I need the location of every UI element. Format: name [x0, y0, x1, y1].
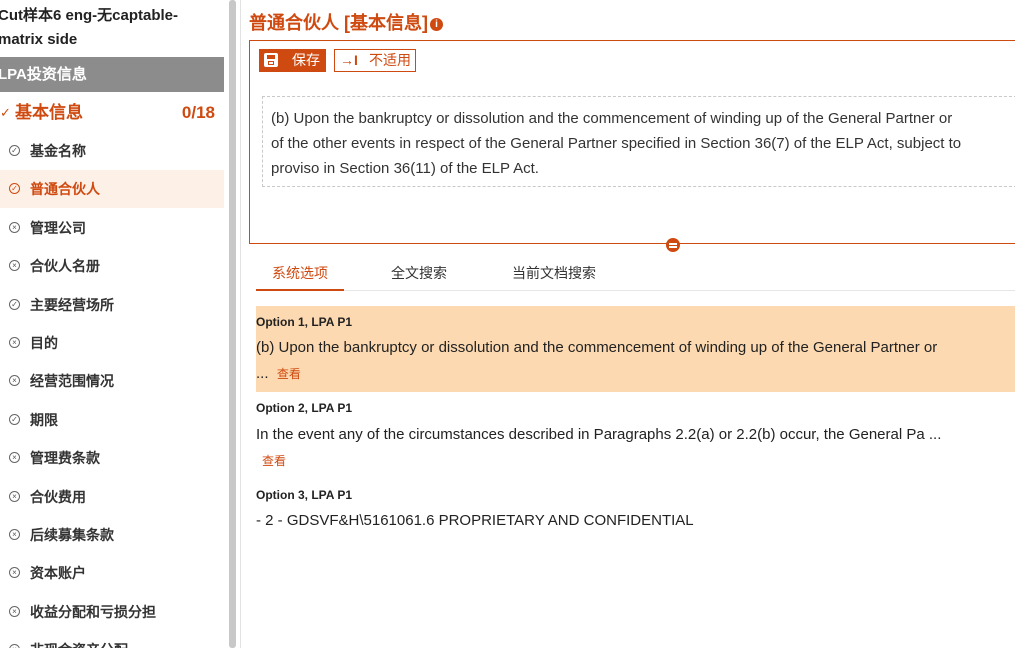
sidebar-scrollbar[interactable] — [229, 0, 236, 648]
sidebar-item-label: 主要经营场所 — [30, 296, 114, 313]
sidebar-item-label: 期限 — [30, 411, 58, 428]
x-circle-icon: × — [9, 644, 20, 648]
sidebar-item-label: 基金名称 — [30, 143, 86, 159]
sidebar-item[interactable]: × 合伙费用 — [0, 478, 224, 516]
option-title: Option 3, LPA P1 — [256, 488, 353, 502]
quote-line: (b) Upon the bankruptcy or dissolution a… — [271, 110, 953, 127]
info-icon[interactable]: i — [430, 17, 443, 31]
view-link[interactable]: 查看 — [262, 454, 286, 468]
x-circle-icon: × — [9, 337, 20, 348]
sidebar-item[interactable]: × 管理公司 — [0, 209, 224, 247]
option-text: In the event any of the circumstances de… — [256, 426, 942, 443]
check-circle-icon: ✓ — [9, 298, 20, 310]
group-label: 基本信息 — [15, 103, 83, 122]
sidebar-item[interactable]: ✓ 主要经营场所 — [0, 286, 224, 324]
page-title-text: 普通合伙人 [基本信息] — [249, 13, 428, 33]
option-text: - 2 - GDSVF&H\5161061.6 PROPRIETARY AND … — [256, 512, 694, 529]
sidebar-item-label: 普通合伙人 — [30, 181, 100, 198]
sidebar-item[interactable]: × 资本账户 — [0, 554, 224, 592]
sidebar-item[interactable]: × 收益分配和亏损分担 — [0, 593, 224, 631]
quote-text: (b) Upon the bankruptcy or dissolution a… — [271, 106, 1015, 181]
sidebar-item-label: 收益分配和亏损分担 — [30, 603, 156, 620]
check-circle-icon: ✓ — [9, 413, 20, 425]
section-header-lpa[interactable]: LPA投资信息 — [0, 57, 224, 92]
option-item[interactable]: Option 1, LPA P1 (b) Upon the bankruptcy… — [256, 306, 1015, 392]
option-item[interactable]: Option 3, LPA P1 - 2 - GDSVF&H\5161061.6… — [256, 480, 1015, 540]
page-title: 普通合伙人 [基本信息] i — [249, 9, 443, 35]
x-circle-icon: × — [9, 490, 20, 502]
document-title-line1: Cut样本6 eng-无captable- — [0, 7, 179, 24]
sidebar-item[interactable]: × 非现金资产分配 — [0, 631, 224, 648]
x-circle-icon: × — [9, 221, 20, 233]
option-text: (b) Upon the bankruptcy or dissolution a… — [256, 339, 938, 356]
sidebar: Cut样本6 eng-无captable- matrix side LPA投资信… — [0, 0, 225, 648]
option-title: Option 2, LPA P1 — [256, 401, 353, 415]
x-circle-icon: × — [9, 529, 20, 540]
option-item[interactable]: Option 2, LPA P1 In the event any of the… — [256, 393, 1015, 479]
sidebar-item-label: 非现金资产分配 — [30, 631, 128, 648]
sidebar-item[interactable]: × 经营范围情况 — [0, 362, 224, 400]
not-applicable-label: 不适用 — [369, 52, 411, 68]
quote-line: of the other events in respect of the Ge… — [271, 135, 962, 152]
group-count: 0/18 — [181, 103, 215, 122]
sidebar-item[interactable]: × 合伙人名册 — [0, 247, 224, 285]
x-circle-icon: × — [9, 260, 20, 272]
sidebar-item[interactable]: ✓ 基金名称 — [0, 132, 224, 170]
sidebar-item-label: 后续募集条款 — [30, 527, 114, 543]
quote-line: proviso in Section 36(11) of the ELP Act… — [271, 160, 539, 177]
sidebar-item-label: 目的 — [30, 335, 58, 351]
sidebar-item-label: 资本账户 — [30, 565, 86, 582]
option-body: (b) Upon the bankruptcy or dissolution a… — [256, 335, 1006, 387]
not-applicable-button[interactable]: →I 不适用 — [334, 49, 416, 72]
sidebar-item-label: 管理费条款 — [30, 450, 100, 467]
group-basic-info[interactable]: ✓ 基本信息 0/18 — [0, 98, 224, 128]
option-body: - 2 - GDSVF&H\5161061.6 PROPRIETARY AND … — [256, 508, 1006, 534]
x-circle-icon: × — [9, 452, 20, 464]
x-circle-icon: × — [9, 375, 20, 387]
sidebar-item[interactable]: × 后续募集条款 — [0, 516, 224, 554]
arrow-to-line-icon: →I — [340, 52, 358, 68]
sidebar-item-label: 管理公司 — [30, 219, 86, 236]
view-link[interactable]: 查看 — [277, 367, 301, 381]
save-button-label: 保存 — [292, 52, 320, 68]
sidebar-item[interactable]: ✓ 期限 — [0, 401, 224, 439]
chevron-down-icon: ✓ — [0, 105, 11, 120]
option-body: In the event any of the circumstances de… — [256, 422, 1006, 474]
sidebar-item-label: 经营范围情况 — [30, 373, 114, 390]
tab-current-document-search[interactable]: 当前文档搜索 — [500, 258, 608, 289]
check-circle-icon: ✓ — [9, 145, 20, 156]
x-circle-icon: × — [9, 567, 20, 579]
resize-handle-icon[interactable] — [666, 238, 680, 252]
tab-bar: 系统选项 全文搜索 当前文档搜索 — [256, 258, 1015, 291]
tab-system-options[interactable]: 系统选项 — [256, 258, 344, 291]
sidebar-item[interactable]: ✓ 普通合伙人 — [0, 170, 224, 209]
option-title: Option 1, LPA P1 — [256, 315, 353, 329]
sidebar-item-label: 合伙费用 — [30, 488, 86, 505]
check-circle-icon: ✓ — [9, 183, 20, 195]
sidebar-item-label: 合伙人名册 — [30, 258, 100, 275]
document-title-line2: matrix side — [0, 31, 78, 48]
x-circle-icon: × — [9, 605, 20, 617]
option-ellipsis: ... — [256, 365, 269, 382]
save-button[interactable]: 保存 — [259, 49, 326, 72]
save-icon — [264, 53, 278, 67]
sidebar-item[interactable]: × 目的 — [0, 324, 224, 362]
sidebar-item[interactable]: × 管理费条款 — [0, 439, 224, 477]
tab-full-text-search[interactable]: 全文搜索 — [374, 258, 464, 289]
document-title: Cut样本6 eng-无captable- matrix side — [0, 4, 220, 52]
panel-divider — [240, 0, 241, 648]
